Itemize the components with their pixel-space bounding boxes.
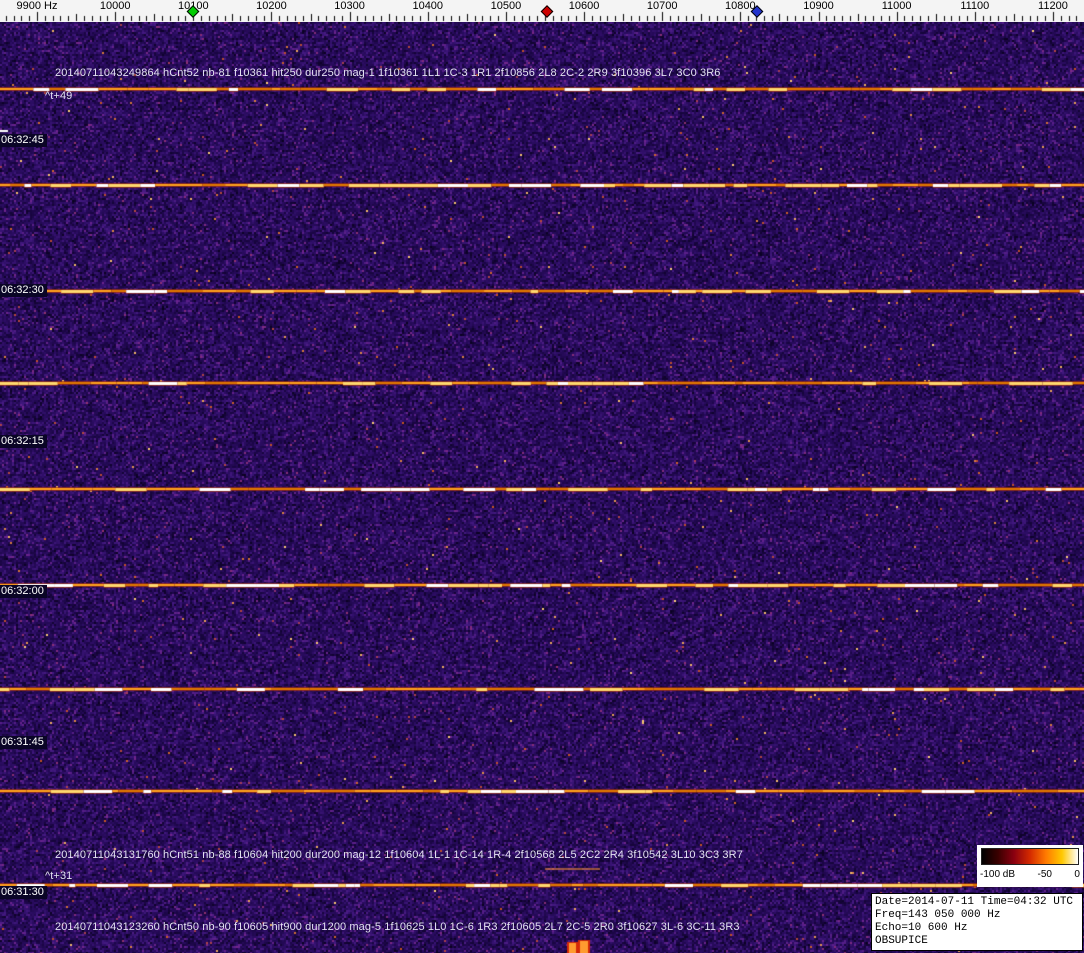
frequency-ruler: 9900 Hz100001010010200103001040010500106… bbox=[0, 0, 1084, 22]
ruler-frequency-label: 10300 bbox=[334, 1, 365, 12]
color-scale-panel: -100 dB -50 0 bbox=[977, 845, 1083, 887]
ruler-frequency-label: 10000 bbox=[100, 1, 131, 12]
info-date-time: Date=2014-07-11 Time=04:32 UTC bbox=[875, 896, 1079, 909]
ruler-frequency-label: 11100 bbox=[960, 1, 989, 12]
time-label: 06:32:00 bbox=[0, 585, 47, 598]
ruler-frequency-label: 10900 bbox=[803, 1, 834, 12]
ruler-frequency-label: 10600 bbox=[569, 1, 600, 12]
observation-info-box: Date=2014-07-11 Time=04:32 UTC Freq=143 … bbox=[871, 893, 1083, 951]
ruler-frequency-label: 10200 bbox=[256, 1, 287, 12]
time-label: 06:32:45 bbox=[0, 134, 47, 147]
info-frequency: Freq=143 050 000 Hz bbox=[875, 909, 1079, 922]
time-offset-marker-1: ^t+49 bbox=[45, 91, 72, 102]
colorbar-mid-label: -50 bbox=[1038, 869, 1052, 880]
color-scale-labels: -100 dB -50 0 bbox=[980, 869, 1080, 880]
time-label: 06:32:30 bbox=[0, 284, 47, 297]
time-label: 06:31:45 bbox=[0, 736, 47, 749]
spectrogram[interactable]: 06:32:45 06:32:30 06:32:15 06:32:00 06:31:45… bbox=[0, 22, 1084, 953]
meteor-spectrogram-app: { "ruler": { "unit": "Hz", "labels": ["9… bbox=[0, 0, 1084, 953]
colorbar-max-label: 0 bbox=[1074, 869, 1080, 880]
time-label: 06:32:15 bbox=[0, 435, 47, 448]
ruler-frequency-label: 10400 bbox=[412, 1, 443, 12]
spectrogram-canvas[interactable] bbox=[0, 22, 1084, 953]
ruler-frequency-label: 10500 bbox=[491, 1, 522, 12]
colorbar-min-label: -100 dB bbox=[980, 869, 1015, 880]
color-scale-gradient bbox=[981, 848, 1079, 865]
time-offset-marker-2: ^t+31 bbox=[45, 871, 72, 882]
detection-annotation-2: 20140711043131760 hCnt51 nb-88 f10604 hi… bbox=[55, 850, 743, 861]
ruler-frequency-label: 10700 bbox=[647, 1, 678, 12]
ruler-frequency-label: 11200 bbox=[1038, 1, 1068, 12]
info-station: OBSUPICE bbox=[875, 935, 1079, 948]
info-echo: Echo=10 600 Hz bbox=[875, 922, 1079, 935]
detection-annotation-3: 20140711043123260 hCnt50 nb-90 f10605 hi… bbox=[55, 922, 740, 933]
ruler-frequency-label: 9900 Hz bbox=[17, 1, 58, 12]
time-label: 06:31:30 bbox=[0, 886, 47, 899]
ruler-frequency-label: 11000 bbox=[882, 1, 912, 12]
detection-annotation-1: 20140711043249864 hCnt52 nb-81 f10361 hi… bbox=[55, 68, 721, 79]
